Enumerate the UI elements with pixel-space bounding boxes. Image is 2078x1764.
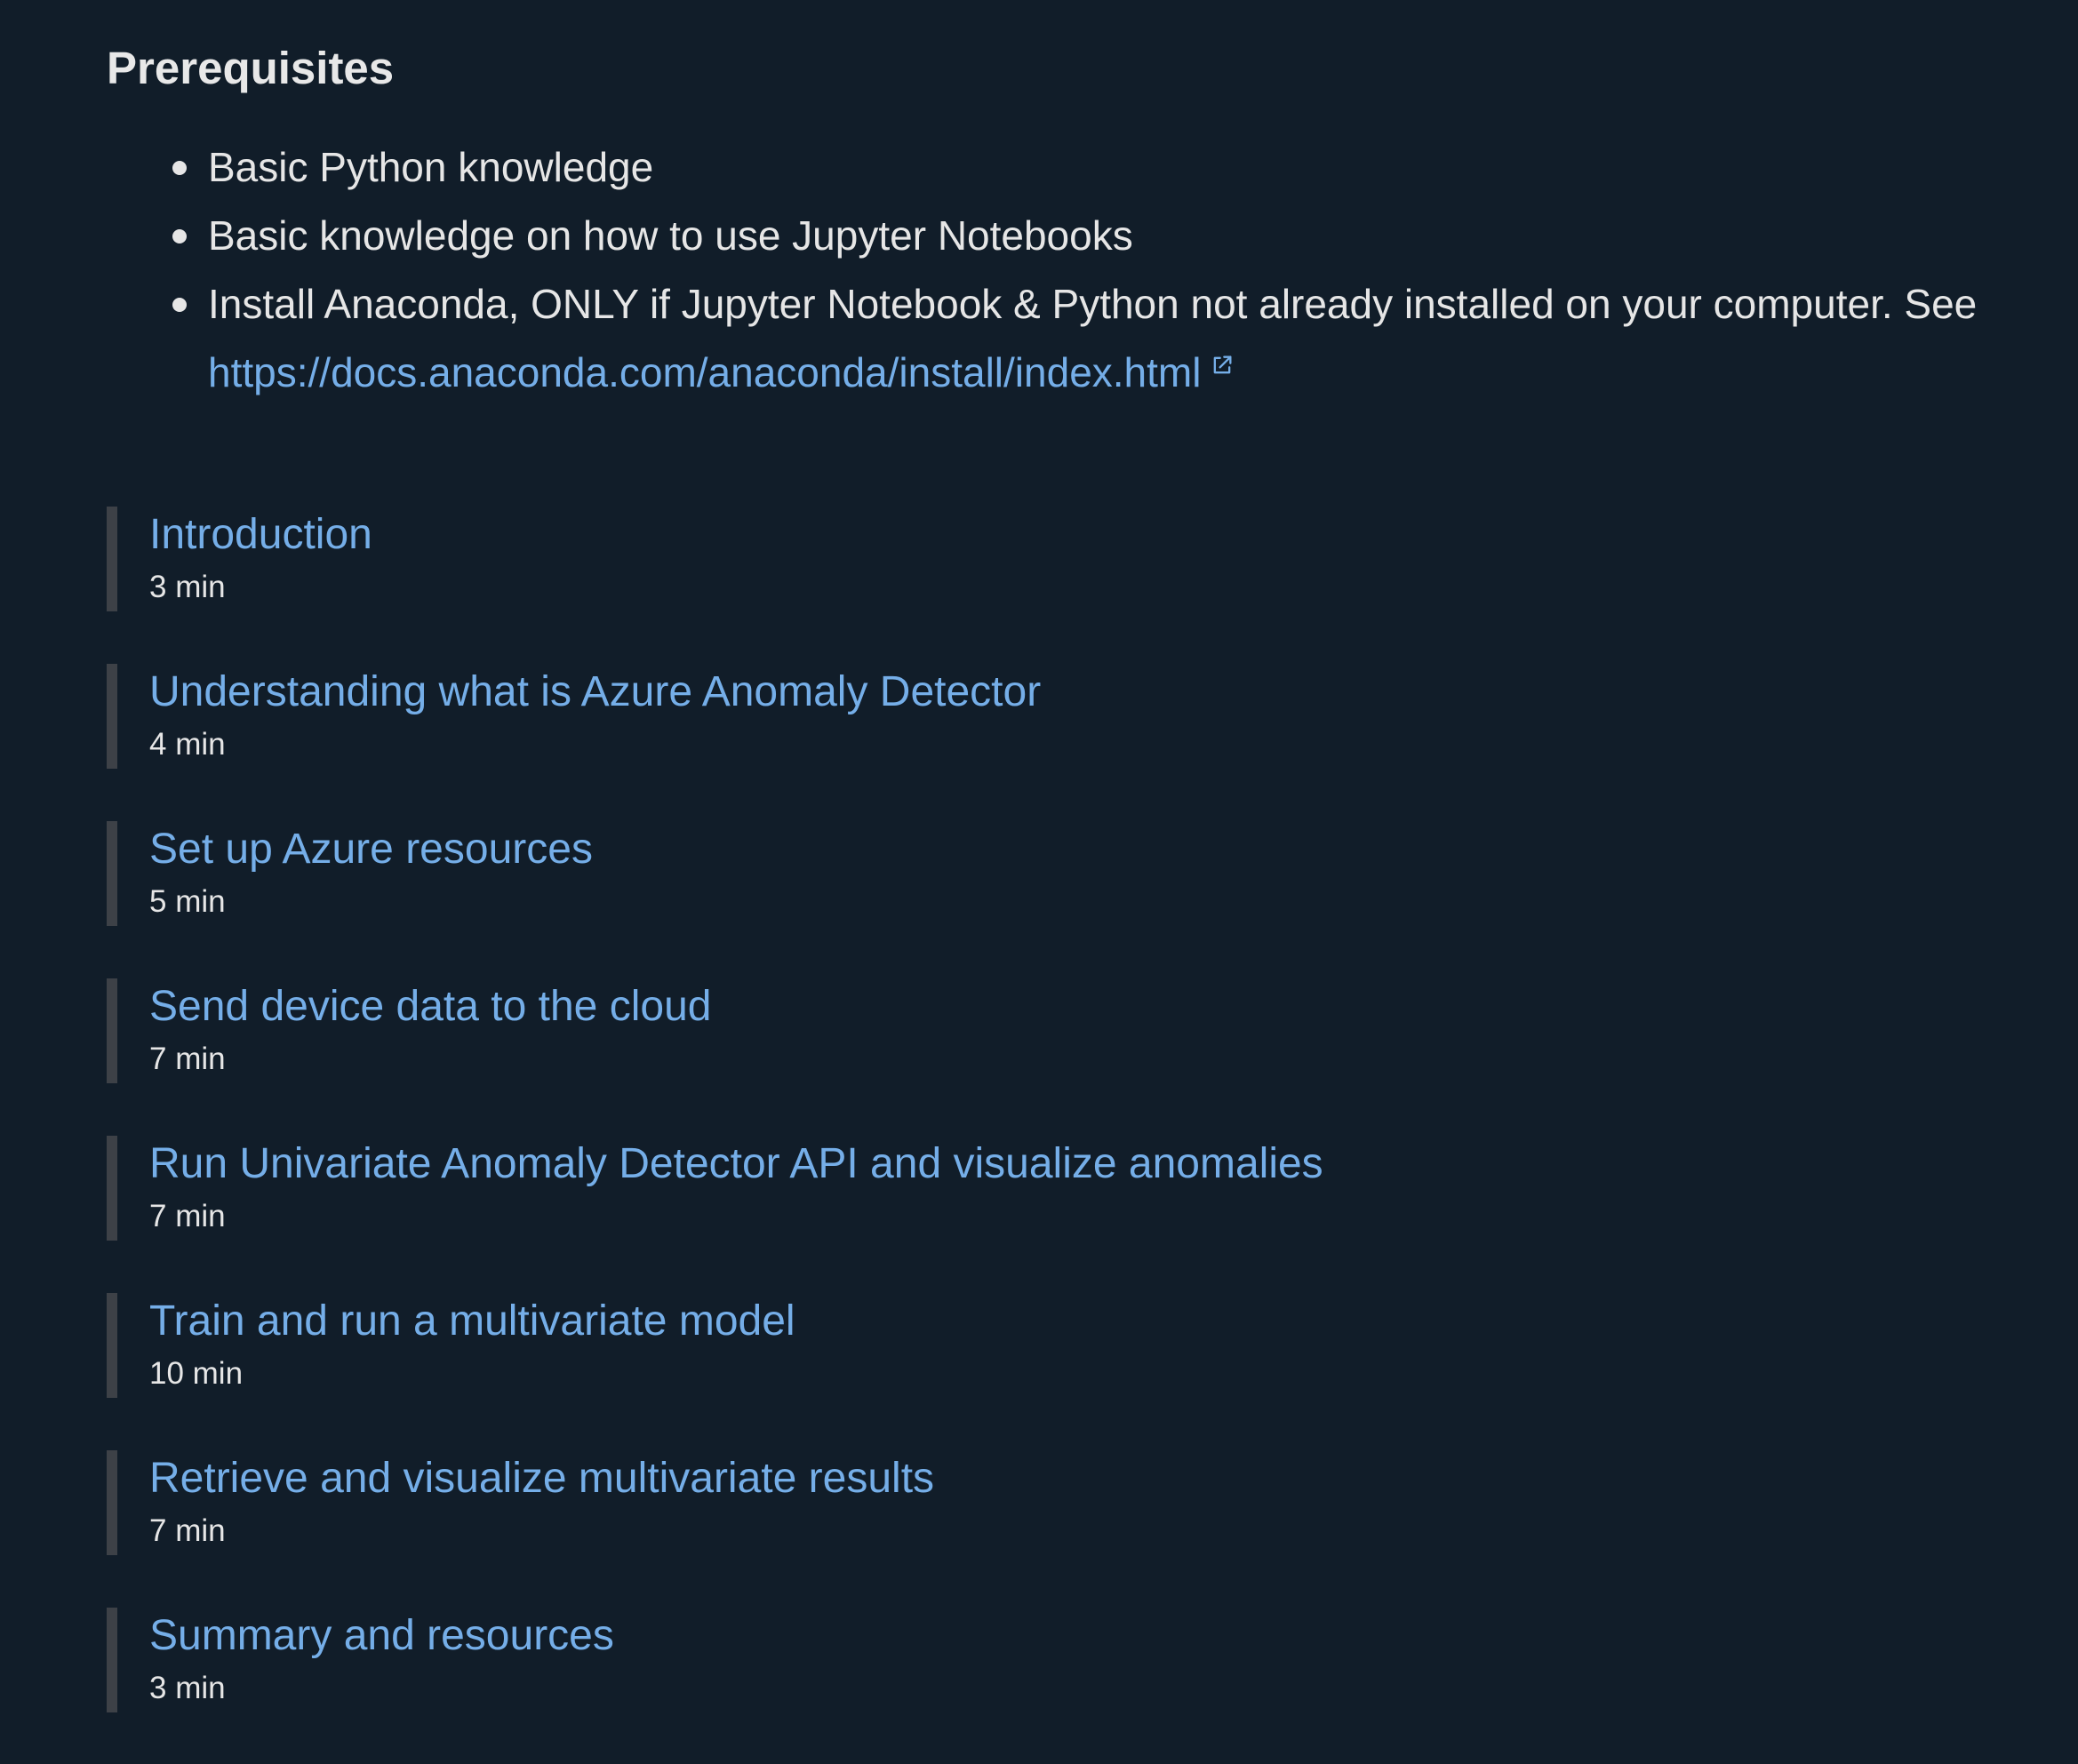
prerequisites-heading: Prerequisites bbox=[107, 43, 395, 93]
prerequisite-item: Basic Python knowledge bbox=[172, 133, 2009, 202]
prerequisite-text: Basic knowledge on how to use Jupyter No… bbox=[208, 212, 1133, 259]
module-duration: 3 min bbox=[149, 1671, 226, 1705]
page: Prerequisites Basic Python knowledge Bas… bbox=[0, 0, 2078, 1764]
module-link-retrieve-multivariate-results[interactable]: Retrieve and visualize multivariate resu… bbox=[149, 1450, 2078, 1507]
module-item: Run Univariate Anomaly Detector API and … bbox=[107, 1136, 2078, 1241]
module-link-send-device-data[interactable]: Send device data to the cloud bbox=[149, 978, 2078, 1035]
module-item: Understanding what is Azure Anomaly Dete… bbox=[107, 664, 2078, 769]
module-link-set-up-azure-resources[interactable]: Set up Azure resources bbox=[149, 821, 2078, 878]
module-link-summary-and-resources[interactable]: Summary and resources bbox=[149, 1608, 2078, 1664]
external-link-icon bbox=[1214, 355, 1232, 374]
module-item: Introduction 3 min bbox=[107, 507, 2078, 611]
module-duration: 4 min bbox=[149, 727, 226, 762]
module-link-introduction[interactable]: Introduction bbox=[149, 507, 2078, 563]
module-item: Set up Azure resources 5 min bbox=[107, 821, 2078, 926]
module-duration: 7 min bbox=[149, 1513, 226, 1548]
module-item: Summary and resources 3 min bbox=[107, 1608, 2078, 1712]
prerequisite-text: Install Anaconda, ONLY if Jupyter Notebo… bbox=[208, 281, 1978, 327]
prerequisites-list: Basic Python knowledge Basic knowledge o… bbox=[107, 133, 2009, 407]
module-duration: 7 min bbox=[149, 1042, 226, 1076]
module-item: Train and run a multivariate model 10 mi… bbox=[107, 1293, 2078, 1398]
prerequisite-item: Install Anaconda, ONLY if Jupyter Notebo… bbox=[172, 270, 2009, 407]
module-duration: 3 min bbox=[149, 570, 226, 604]
module-item: Send device data to the cloud 7 min bbox=[107, 978, 2078, 1083]
module-duration: 7 min bbox=[149, 1199, 226, 1233]
module-list: Introduction 3 min Understanding what is… bbox=[107, 507, 2078, 1712]
anaconda-install-link[interactable]: https://docs.anaconda.com/anaconda/insta… bbox=[208, 349, 1201, 395]
prerequisite-text: Basic Python knowledge bbox=[208, 144, 654, 190]
module-item: Retrieve and visualize multivariate resu… bbox=[107, 1450, 2078, 1555]
module-link-train-multivariate-model[interactable]: Train and run a multivariate model bbox=[149, 1293, 2078, 1350]
module-duration: 5 min bbox=[149, 884, 226, 919]
module-link-run-univariate-api[interactable]: Run Univariate Anomaly Detector API and … bbox=[149, 1136, 2078, 1193]
module-duration: 10 min bbox=[149, 1356, 244, 1391]
module-link-understanding-anomaly-detector[interactable]: Understanding what is Azure Anomaly Dete… bbox=[149, 664, 2078, 721]
prerequisite-item: Basic knowledge on how to use Jupyter No… bbox=[172, 202, 2009, 270]
